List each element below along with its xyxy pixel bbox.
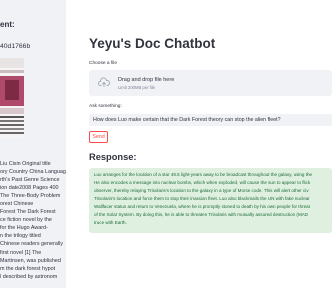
question-input[interactable]: How does Luo make certain that the Dark … (89, 114, 332, 126)
response-line: Wallfacer status and return to Venezuela… (94, 204, 310, 209)
send-button[interactable]: Send (89, 131, 108, 143)
sidebar-text-line: for the Hugo Award- (0, 225, 48, 232)
response-line: Trisolaris's location and force them to … (94, 196, 310, 201)
file-dropzone[interactable]: Drag and drop file here Limit 200MB per … (89, 70, 332, 96)
sidebar-text-line: Chinese readers generally (0, 241, 63, 248)
file-uploader-label: Choose a file (89, 61, 117, 66)
sidebar-text-line: The Three-Body Problem (0, 193, 61, 200)
sidebar-text-line: ce fiction novel by the (0, 217, 52, 224)
response-heading: Response: (89, 152, 137, 162)
sidebar-text-line: m the dark forest hypot (0, 265, 56, 272)
sidebar-text-line: Martinsen, was published (0, 257, 61, 264)
response-box: Luo arranges for the location of a star … (89, 168, 332, 233)
response-text: Luo arranges for the location of a star … (94, 171, 312, 227)
response-line: He also encodes a message into nuclear b… (94, 180, 311, 185)
main-content: Yeyu's Doc Chatbot Choose a file Drag an… (66, 0, 332, 288)
dropzone-limit: Limit 200MB per file (118, 85, 156, 90)
sidebar-text-line: rth's Past Genre Science (0, 177, 60, 184)
response-line: of the Solar System. By doing this, he i… (94, 212, 309, 217)
question-label: Ask something: (89, 104, 122, 109)
response-line: Luo arranges for the location of a star … (94, 172, 313, 177)
sidebar-text-line: first novel [1] The (0, 249, 42, 256)
sidebar-text-line: ion date2008 Pages 400 (0, 185, 59, 192)
response-line: observer, thereby relaying Trisolaris's … (94, 188, 309, 193)
book-cover-image (0, 58, 24, 138)
sidebar-header: ent: (0, 20, 15, 29)
sidebar-text-line: Forest The Dark Forest (0, 209, 56, 216)
sidebar-text-line: ory Country China Language (0, 169, 66, 176)
dropzone-instructions: Drag and drop file here (118, 77, 175, 83)
sidebar-text-line: orest Chinese (0, 201, 34, 208)
sidebar-text-line: Liu Cixin Original title (0, 161, 51, 167)
cloud-upload-icon (98, 77, 110, 87)
sidebar-document-text: Liu Cixin Original title ory Country Chi… (0, 160, 66, 281)
sidebar: ent: 40d1766b Liu Cixin Original title o… (0, 0, 66, 288)
sidebar-text-line: n the trilogy titled (0, 233, 41, 240)
sidebar-text-line: l described by astronom (0, 273, 58, 280)
response-line: truce with Earth. (94, 220, 127, 225)
page-title: Yeyu's Doc Chatbot (89, 36, 216, 51)
sidebar-document-id: 40d1766b (0, 43, 31, 50)
